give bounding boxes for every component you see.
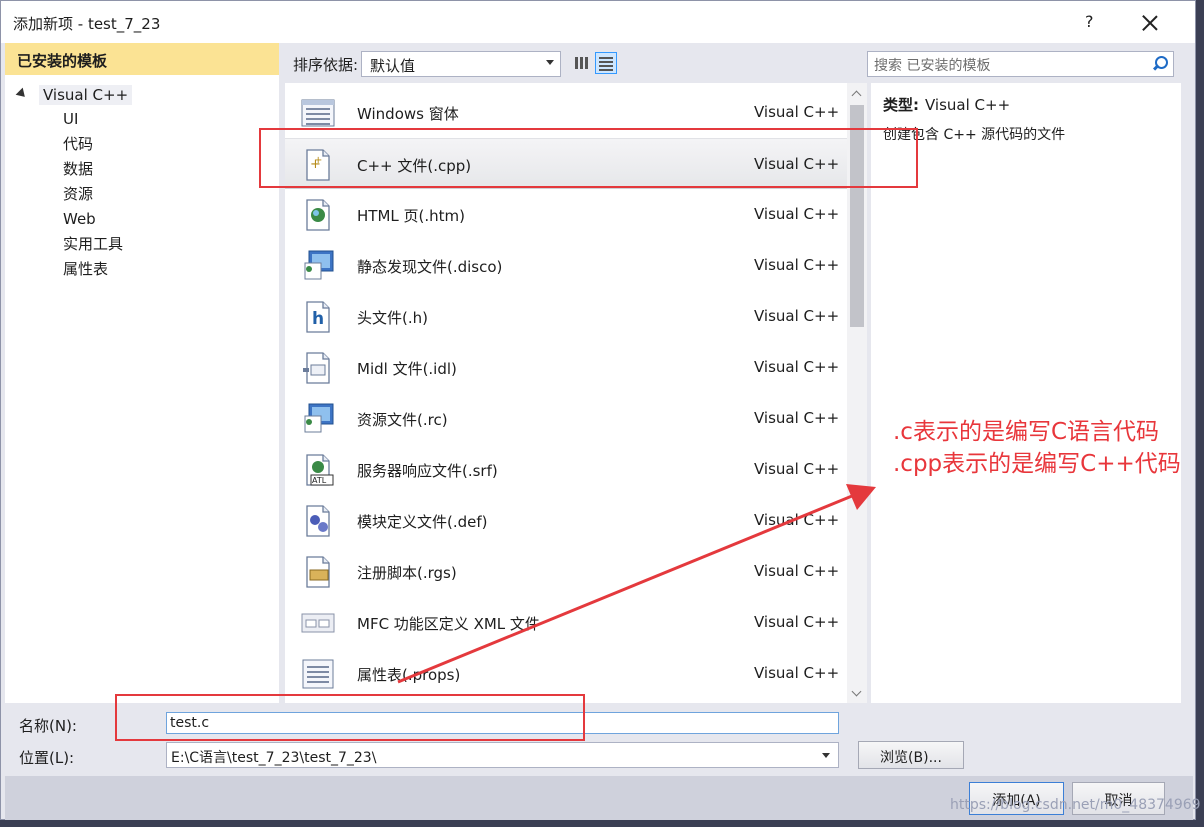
annotation-arrow-line: [397, 494, 853, 684]
watermark: https://blog.csdn.net/m0_48374969: [950, 797, 1201, 813]
annotation-text-cpp: .cpp表示的是编写C++代码: [893, 451, 1181, 477]
annotation-arrow: [397, 484, 876, 684]
annotation-text-c: .c表示的是编写C语言代码: [893, 419, 1160, 445]
